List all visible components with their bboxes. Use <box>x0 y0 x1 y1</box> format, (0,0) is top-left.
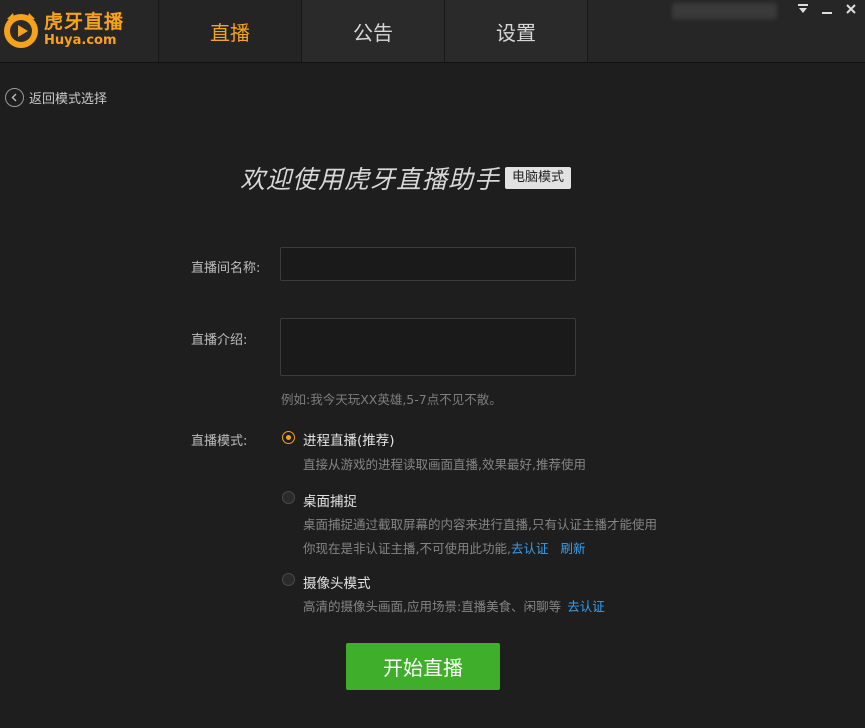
back-label: 返回模式选择 <box>29 92 108 107</box>
huya-logo-icon <box>2 11 40 49</box>
mode-camera-desc: 高清的摄像头画面,应用场景:直播美食、闲聊等 <box>303 599 562 614</box>
tab-announcement[interactable]: 公告 <box>302 0 445 62</box>
back-arrow-icon <box>5 88 24 107</box>
mode-process-title[interactable]: 进程直播(推荐) <box>303 429 395 449</box>
huya-logo: 虎牙直播 Huya.com <box>0 4 160 56</box>
pc-mode-badge: 电脑模式 <box>505 167 572 189</box>
logo-domain: Huya.com <box>44 33 117 48</box>
intro-textarea[interactable] <box>280 318 576 376</box>
desktop-verify-link[interactable]: 去认证 <box>511 541 549 556</box>
welcome-heading: 欢迎使用虎牙直播助手 电脑模式 <box>240 160 572 196</box>
main-tabs: 直播 公告 设置 <box>158 0 588 62</box>
top-bar: 虎牙直播 Huya.com 直播 公告 设置 <box>0 0 865 63</box>
tab-live[interactable]: 直播 <box>158 0 302 62</box>
mode-desktop-notice: 你现在是非认证主播,不可使用此功能,去认证 刷新 <box>303 538 585 557</box>
desktop-refresh-link[interactable]: 刷新 <box>560 541 585 556</box>
close-icon[interactable] <box>843 0 859 18</box>
welcome-title: 欢迎使用虎牙直播助手 <box>240 165 501 194</box>
mode-process-radio[interactable] <box>282 431 295 444</box>
mode-desktop-notice-text: 你现在是非认证主播,不可使用此功能, <box>303 541 511 556</box>
back-to-mode-select[interactable]: 返回模式选择 <box>5 88 107 107</box>
mode-desktop-radio[interactable] <box>282 491 295 504</box>
intro-hint: 例如:我今天玩XX英雄,5-7点不见不散。 <box>281 392 502 407</box>
tab-settings[interactable]: 设置 <box>445 0 588 62</box>
live-mode-label: 直播模式: <box>191 434 248 449</box>
blurred-username <box>672 3 777 19</box>
room-name-input[interactable] <box>280 247 576 281</box>
window-controls <box>795 0 859 18</box>
mode-desktop-desc: 桌面捕捉通过截取屏幕的内容来进行直播,只有认证主播才能使用 <box>303 517 657 532</box>
logo-title: 虎牙直播 <box>44 11 125 33</box>
mode-desktop-title[interactable]: 桌面捕捉 <box>303 490 357 510</box>
mode-camera-radio[interactable] <box>282 573 295 586</box>
minimize-icon[interactable] <box>819 0 835 18</box>
dropdown-icon[interactable] <box>795 0 811 18</box>
mode-camera-desc-line: 高清的摄像头画面,应用场景:直播美食、闲聊等 去认证 <box>303 596 605 615</box>
mode-process-desc: 直接从游戏的进程读取画面直播,效果最好,推荐使用 <box>303 457 586 472</box>
mode-camera-title[interactable]: 摄像头模式 <box>303 572 371 592</box>
room-name-label: 直播间名称: <box>191 261 261 276</box>
start-live-button[interactable]: 开始直播 <box>346 643 500 690</box>
camera-verify-link[interactable]: 去认证 <box>567 599 605 614</box>
intro-label: 直播介绍: <box>191 333 248 348</box>
